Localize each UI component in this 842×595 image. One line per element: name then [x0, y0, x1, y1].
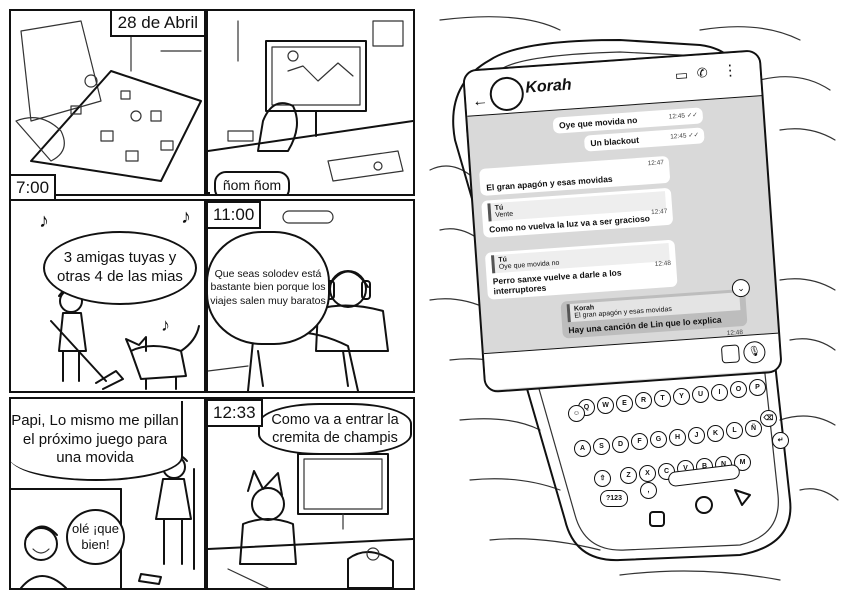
key-o[interactable]: O: [730, 381, 747, 399]
key-d[interactable]: D: [612, 435, 629, 453]
key-ñ[interactable]: Ñ: [745, 420, 762, 438]
key-r[interactable]: R: [635, 392, 652, 410]
symbols-key[interactable]: ?123: [600, 490, 628, 507]
key-z[interactable]: Z: [620, 467, 637, 484]
shift-key[interactable]: ⇧: [594, 470, 611, 487]
enter-key[interactable]: ↵: [772, 432, 789, 449]
key-t[interactable]: T: [654, 390, 671, 408]
emoji-key[interactable]: ☺: [568, 405, 585, 422]
key-u[interactable]: U: [692, 385, 709, 403]
key-l[interactable]: L: [726, 422, 743, 440]
key-w[interactable]: W: [597, 396, 614, 414]
key-j[interactable]: J: [688, 426, 705, 444]
key-f[interactable]: F: [631, 433, 648, 451]
keyboard: QWERTYUIOP ASDFGHJKLÑ ZXCVBNM ☺ ⇧ ?123 ,…: [0, 0, 842, 595]
key-h[interactable]: H: [669, 429, 686, 446]
backspace-key[interactable]: ⌫: [760, 410, 777, 427]
key-i[interactable]: I: [711, 383, 728, 401]
comma-key[interactable]: ,: [640, 482, 657, 499]
key-k[interactable]: K: [707, 424, 724, 442]
key-y[interactable]: Y: [673, 388, 690, 405]
key-a[interactable]: A: [574, 440, 591, 457]
key-e[interactable]: E: [616, 394, 633, 412]
key-x[interactable]: X: [639, 464, 656, 482]
key-g[interactable]: G: [650, 431, 667, 449]
key-p[interactable]: P: [749, 379, 766, 397]
key-s[interactable]: S: [593, 437, 610, 455]
